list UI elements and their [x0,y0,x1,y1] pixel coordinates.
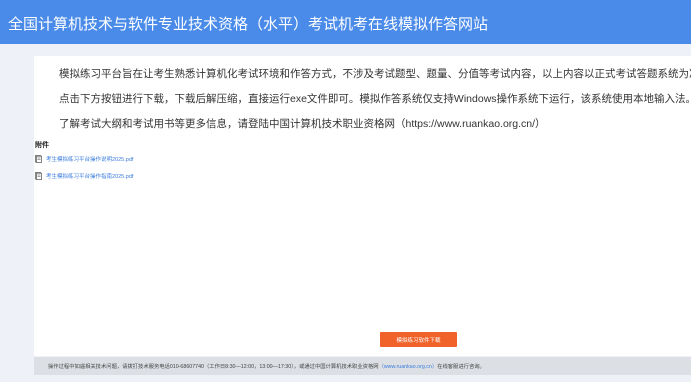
attachment-link[interactable]: 考生模拟练习平台操作指南2025.pdf [46,172,133,180]
attachments-heading: 附件 [35,142,49,149]
attachment-item-guide[interactable]: 考生模拟练习平台操作指南2025.pdf [35,171,133,181]
intro-line-1: 模拟练习平台旨在让考生熟悉计算机化考试环境和作答方式，不涉及考试题型、题量、分值… [59,68,691,80]
top-header-bar: 全国计算机技术与软件专业技术资格（水平）考试机考在线模拟作答网站 [0,0,691,44]
content-panel: 模拟练习平台旨在让考生熟悉计算机化考试环境和作答方式，不涉及考试题型、题量、分值… [34,56,691,356]
intro-line-2: 点击下方按钮进行下载，下载后解压缩，直接运行exe文件即可。模拟作答系统仅支持W… [59,93,691,105]
footer-support-text: 操作过程中如遇相关技术问题，请拨打技术服务电话010-68607740（工作日8… [48,364,379,370]
footer-website-link[interactable]: （www.ruankao.org.cn） [379,364,438,370]
document-icon [35,155,42,163]
attachment-link[interactable]: 考生模拟练习平台操作说明2025.pdf [46,155,133,163]
site-title: 全国计算机技术与软件专业技术资格（水平）考试机考在线模拟作答网站 [8,16,489,33]
footer-support-suffix: 在线客服进行咨询。 [437,364,485,370]
document-icon [35,172,42,180]
footer-bar: 操作过程中如遇相关技术问题，请拨打技术服务电话010-68607740（工作日8… [34,357,691,375]
footer-text: 操作过程中如遇相关技术问题，请拨打技术服务电话010-68607740（工作日8… [48,362,485,370]
attachment-item-instructions[interactable]: 考生模拟练习平台操作说明2025.pdf [35,154,133,164]
download-software-button[interactable]: 模拟练习软件下载 [380,332,457,347]
intro-line-3: 了解考试大纲和考试用书等更多信息，请登陆中国计算机技术职业资格网（https:/… [59,118,546,130]
